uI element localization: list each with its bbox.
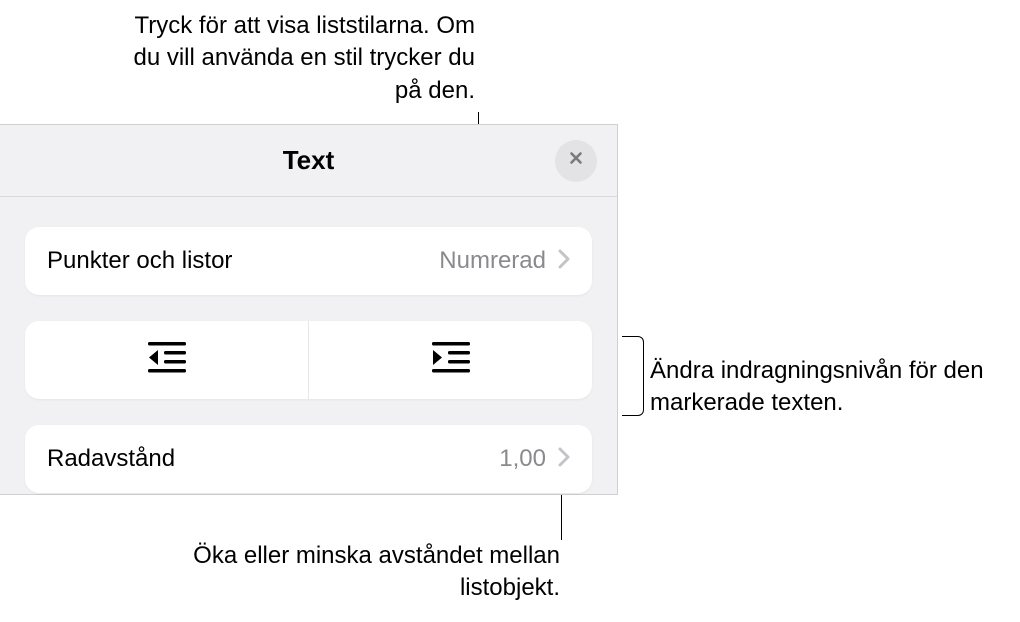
line-spacing-label: Radavstånd	[47, 445, 175, 473]
line-spacing-value-group: 1,00	[499, 445, 570, 473]
chevron-right-icon	[558, 249, 570, 274]
panel-header: Text	[0, 125, 617, 197]
chevron-right-icon	[558, 447, 570, 472]
indent-icon	[430, 340, 472, 381]
line-spacing-row[interactable]: Radavstånd 1,00	[25, 425, 592, 493]
indent-button[interactable]	[309, 321, 592, 399]
outdent-button[interactable]	[25, 321, 309, 399]
callout-bottom: Öka eller minska avståndet mellan listob…	[160, 540, 560, 605]
close-icon	[567, 149, 585, 172]
outdent-icon	[146, 340, 188, 381]
page-title: Text	[283, 145, 335, 176]
callout-top: Tryck för att visa liststilarna. Om du v…	[125, 10, 475, 107]
callout-line-bottom	[561, 490, 562, 540]
bullets-and-lists-row[interactable]: Punkter och listor Numrerad	[25, 227, 592, 295]
line-spacing-value: 1,00	[499, 445, 546, 473]
bullets-value: Numrerad	[439, 247, 546, 275]
panel-body: Punkter och listor Numrerad	[0, 197, 617, 494]
bullets-label: Punkter och listor	[47, 247, 232, 275]
indent-controls	[25, 321, 592, 399]
text-panel: Text Punkter och listor Numrerad	[0, 124, 618, 495]
callout-right: Ändra indragningsnivån för den markerade…	[650, 355, 1020, 420]
bullets-value-group: Numrerad	[439, 247, 570, 275]
callout-bracket-right	[622, 336, 644, 416]
close-button[interactable]	[555, 140, 597, 182]
